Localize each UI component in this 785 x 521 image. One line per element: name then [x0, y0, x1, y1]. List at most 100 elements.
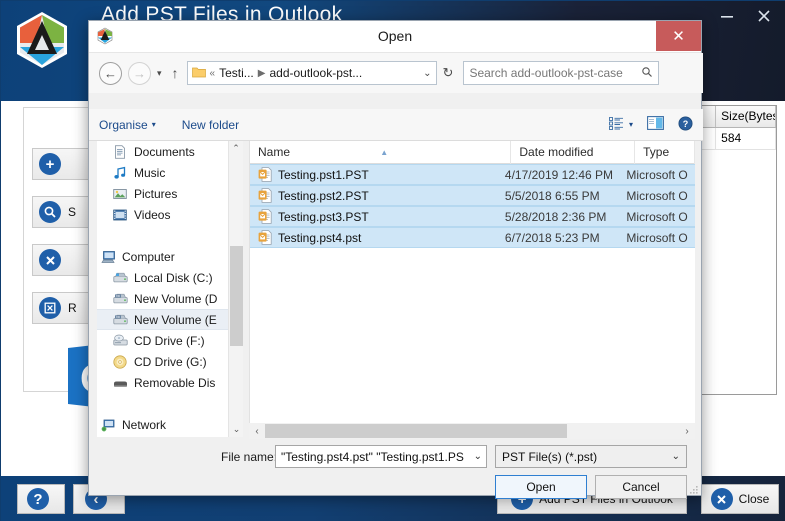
- breadcrumb-prefix: «: [209, 67, 216, 79]
- folder-icon: [191, 66, 206, 81]
- file-date-cell: 6/7/2018 5:23 PM: [504, 230, 600, 245]
- file-name-input[interactable]: "Testing.pst4.pst" "Testing.pst1.PS ⌄: [275, 445, 487, 468]
- view-mode-button[interactable]: ▾: [609, 116, 633, 133]
- nav-pane-item-cd-drive-f[interactable]: CD Drive (F:): [97, 330, 243, 351]
- nav-pane-item-new-volume-e[interactable]: XD New Volume (E: [97, 309, 243, 330]
- cancel-button[interactable]: Cancel: [595, 475, 687, 499]
- nav-back-button[interactable]: ←: [99, 61, 122, 85]
- side-button-label-3: R: [68, 301, 77, 315]
- remove-box-icon: [39, 297, 61, 319]
- close-icon[interactable]: [747, 3, 780, 29]
- file-date-cell: 5/5/2018 6:55 PM: [504, 188, 600, 203]
- scroll-right-icon[interactable]: ›: [679, 426, 695, 437]
- search-input[interactable]: Search add-outlook-pst-case: [463, 61, 660, 85]
- nav-pane-item-label: Music: [134, 165, 166, 180]
- cd-drive-icon: [113, 334, 128, 348]
- new-folder-label: New folder: [181, 117, 240, 132]
- nav-pane-spacer: [97, 393, 243, 414]
- breadcrumb-separator-icon: ▶: [257, 67, 266, 79]
- chevron-down-icon[interactable]: ⌄: [474, 451, 482, 462]
- nav-pane-item-music[interactable]: Music: [97, 162, 243, 183]
- nav-pane-scrollbar[interactable]: ⌃ ⌄: [228, 141, 243, 437]
- column-header-type[interactable]: Type: [635, 140, 695, 164]
- open-button[interactable]: Open: [495, 475, 587, 499]
- nav-pane-item-removable-dis[interactable]: Removable Dis: [97, 372, 243, 393]
- pst-file-icon: [258, 209, 272, 224]
- breadcrumb-segment-0[interactable]: Testi...: [219, 66, 254, 80]
- scroll-down-icon[interactable]: ⌄: [229, 422, 243, 437]
- svg-text:?: ?: [683, 119, 689, 129]
- nav-pane-item-computer[interactable]: Computer: [97, 246, 243, 267]
- breadcrumb-segment-1[interactable]: add-outlook-pst...: [269, 66, 362, 80]
- nav-pane-item-label: New Volume (D: [134, 291, 218, 306]
- h-scrollbar-thumb[interactable]: [265, 424, 567, 438]
- scrollbar-thumb[interactable]: [230, 246, 243, 346]
- nav-pane-spacer: [97, 225, 243, 246]
- dialog-toolbar: Organise ▾ New folder ▾ ?: [89, 109, 703, 141]
- nav-pane-item-local-disk-c[interactable]: Local Disk (C:): [97, 267, 243, 288]
- dialog-main-area: Documents Music Pictures Videos Computer Loca…: [97, 140, 695, 439]
- nav-pane-item-label: Computer: [122, 249, 175, 264]
- videos-icon: [113, 208, 128, 222]
- file-type-select[interactable]: PST File(s) (*.pst) ⌄: [495, 445, 687, 468]
- nav-pane-item-videos[interactable]: Videos: [97, 204, 243, 225]
- file-list-row[interactable]: Testing.pst1.PST 4/17/2019 12:46 PM Micros…: [250, 164, 695, 185]
- column-header-date[interactable]: Date modified: [511, 140, 636, 164]
- minimize-icon[interactable]: [710, 3, 743, 29]
- close-circle-icon: [710, 488, 733, 510]
- chevron-down-icon: ⌄: [671, 451, 680, 462]
- scroll-left-icon[interactable]: ‹: [249, 426, 265, 437]
- nav-pane-item-label: New Volume (E: [134, 312, 217, 327]
- dialog-close-icon[interactable]: ✕: [656, 21, 701, 51]
- scroll-up-icon[interactable]: ⌃: [229, 141, 243, 156]
- nav-pane-item-documents[interactable]: Documents: [97, 141, 243, 162]
- pst-file-icon: [258, 188, 272, 203]
- file-list-pane[interactable]: Name ▲ Date modified Type Testing.pst1.P…: [249, 140, 695, 437]
- search-circle-icon: [39, 201, 61, 223]
- file-name-cell: Testing.pst1.PST: [250, 167, 505, 182]
- file-name-value: "Testing.pst4.pst" "Testing.pst1.PS: [281, 449, 464, 464]
- preview-pane-icon[interactable]: [647, 116, 664, 133]
- nav-pane-item-cd-drive-g[interactable]: CD Drive (G:): [97, 351, 243, 372]
- help-button[interactable]: ?: [17, 484, 65, 514]
- nav-pane-item-label: Local Disk (C:): [134, 270, 213, 285]
- resize-grip-icon[interactable]: [689, 484, 699, 494]
- nav-pane-item-network[interactable]: Network: [97, 414, 243, 435]
- sort-ascending-icon: ▲: [380, 147, 389, 157]
- file-name-label: File name:: [221, 450, 278, 464]
- breadcrumb[interactable]: « Testi... ▶ add-outlook-pst... ⌄: [186, 61, 437, 85]
- chevron-down-icon[interactable]: ⌄: [423, 68, 431, 79]
- help-circle-icon[interactable]: ?: [678, 116, 693, 134]
- file-list-row[interactable]: Testing.pst2.PST 5/5/2018 6:55 PM Microsof…: [250, 185, 695, 206]
- file-list-row[interactable]: Testing.pst4.pst 6/7/2018 5:23 PM Microsof…: [250, 227, 695, 248]
- removable-disk-icon: [113, 376, 128, 390]
- app-hexagon-logo: [11, 9, 73, 71]
- file-list-horizontal-scrollbar[interactable]: ‹ ›: [249, 423, 695, 439]
- local-disk-icon: [113, 271, 128, 285]
- column-header-name[interactable]: Name ▲: [250, 140, 512, 164]
- new-folder-button[interactable]: New folder: [182, 118, 239, 132]
- nav-up-button[interactable]: ↑: [172, 65, 179, 81]
- refresh-icon[interactable]: ↻: [443, 65, 454, 81]
- file-list-row[interactable]: Testing.pst3.PST 5/28/2018 2:36 PM Microso…: [250, 206, 695, 227]
- nav-recent-locations-icon[interactable]: ▾: [157, 68, 162, 79]
- file-type-cell: Microsoft O: [626, 230, 688, 245]
- documents-icon: [113, 144, 128, 159]
- file-name-text: Testing.pst2.PST: [278, 188, 369, 203]
- nav-pane-item-pictures[interactable]: Pictures: [97, 183, 243, 204]
- organise-menu[interactable]: Organise ▾: [99, 118, 156, 132]
- question-circle-icon: ?: [27, 488, 49, 510]
- nav-forward-button[interactable]: →: [128, 61, 151, 85]
- organise-label: Organise: [99, 117, 148, 132]
- file-type-value: PST File(s) (*.pst): [502, 449, 598, 464]
- close-button[interactable]: Close: [701, 484, 779, 514]
- file-list-header: Name ▲ Date modified Type: [250, 140, 695, 164]
- grid-header-size[interactable]: Size(Bytes): [716, 106, 776, 127]
- pst-file-icon: [258, 167, 272, 182]
- file-type-cell: Microsoft O: [626, 188, 688, 203]
- search-icon: [641, 66, 653, 81]
- nav-pane-item-label: Removable Dis: [134, 375, 216, 390]
- navigation-pane[interactable]: Documents Music Pictures Videos Computer Loca…: [97, 141, 243, 437]
- search-placeholder: Search add-outlook-pst-case: [469, 66, 623, 80]
- nav-pane-item-new-volume-d[interactable]: XD New Volume (D: [97, 288, 243, 309]
